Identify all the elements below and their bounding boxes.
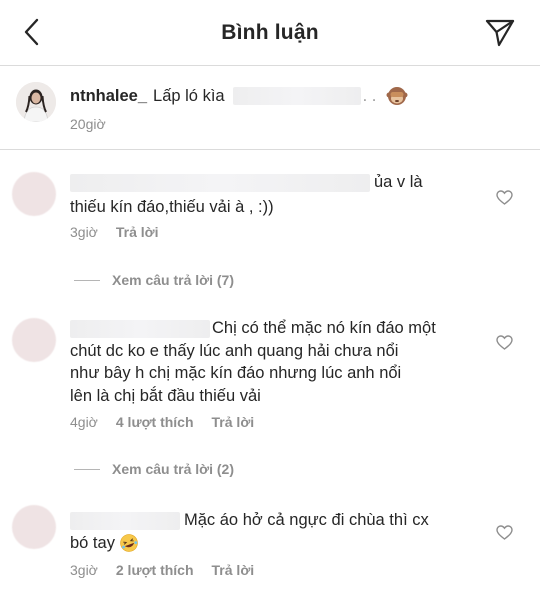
reply-button[interactable]: Trả lời <box>212 562 255 578</box>
header-bar: Bình luận <box>0 0 540 66</box>
comment-item: Mặc áo hở cả ngực đi chùa thì cx bó tay … <box>0 490 540 600</box>
redacted-text <box>232 87 361 105</box>
heart-outline-icon <box>495 334 513 350</box>
redacted-username <box>70 173 370 192</box>
page-title: Bình luận <box>221 21 319 44</box>
reply-button[interactable]: Trả lời <box>116 224 159 240</box>
caption-timestamp: 20giờ <box>70 116 106 132</box>
share-button[interactable] <box>482 14 518 50</box>
view-replies-label: Xem câu trả lời (2) <box>112 461 234 477</box>
reply-button[interactable]: Trả lời <box>212 414 255 430</box>
comment-text-line: chút dc ko e thấy lúc anh quang hải chưa… <box>70 341 399 360</box>
redacted-username <box>70 511 180 530</box>
view-replies-label: Xem câu trả lời (7) <box>112 272 234 288</box>
caption-dots: . . <box>362 86 377 105</box>
comment-text-line: thiếu kín đáo,thiếu vải à , :)) <box>70 197 274 216</box>
comment-text-line: ủa v là <box>374 173 423 191</box>
avatar[interactable] <box>12 318 56 362</box>
heart-outline-icon <box>495 189 513 205</box>
likes-count[interactable]: 4 lượt thích <box>116 414 194 430</box>
avatar[interactable] <box>12 172 56 216</box>
divider <box>74 279 100 281</box>
caption-username[interactable]: ntnhalee_ <box>70 87 147 106</box>
see-no-evil-monkey-icon <box>386 87 408 105</box>
comment-meta: 3giờ 2 lượt thích Trả lời <box>70 562 272 578</box>
comment-text-line: như bây h chị mặc kín đáo nhưng lúc anh … <box>70 364 402 382</box>
post-caption: ntnhalee_ Lấp ló kìa . . 20giờ <box>0 66 540 150</box>
like-button[interactable] <box>492 520 516 544</box>
comment-text: Chị có thể mặc nó kín đáo một chút dc ko… <box>70 318 470 407</box>
comment-item: Chị có thể mặc nó kín đáo một chút dc ko… <box>0 300 540 490</box>
divider <box>74 468 100 470</box>
avatar[interactable] <box>16 82 56 122</box>
like-button[interactable] <box>492 185 516 209</box>
comment-timestamp: 3giờ <box>70 224 98 240</box>
comment-item: ủa v là thiếu kín đáo,thiếu vải à , :)) … <box>0 150 540 300</box>
comment-text-line: lên là chị bắt đầu thiếu vải <box>70 386 261 405</box>
comment-timestamp: 3giờ <box>70 562 98 578</box>
comment-text-line: bó tay <box>70 533 115 552</box>
view-replies-button[interactable]: Xem câu trả lời (7) <box>74 272 234 288</box>
paper-plane-icon <box>485 19 515 47</box>
comment-timestamp: 4giờ <box>70 414 98 430</box>
comment-text-line: Mặc áo hở cả ngực đi chùa thì cx <box>184 511 429 529</box>
rolling-on-floor-laughing-icon <box>120 534 138 553</box>
caption-text: ntnhalee_ Lấp ló kìa . . <box>70 85 408 107</box>
view-replies-button[interactable]: Xem câu trả lời (2) <box>74 461 234 477</box>
avatar-photo <box>16 82 56 122</box>
heart-outline-icon <box>495 524 513 540</box>
likes-count[interactable]: 2 lượt thích <box>116 562 194 578</box>
comment-text-line: Chị có thể mặc nó kín đáo một <box>212 319 436 337</box>
like-button[interactable] <box>492 330 516 354</box>
comment-meta: 4giờ 4 lượt thích Trả lời <box>70 414 272 430</box>
comment-text: ủa v là thiếu kín đáo,thiếu vải à , :)) <box>70 172 470 218</box>
comment-meta: 3giờ Trả lời <box>70 224 177 240</box>
caption-body: Lấp ló kìa <box>153 86 225 105</box>
avatar[interactable] <box>12 505 56 549</box>
redacted-username <box>70 319 210 338</box>
comment-text: Mặc áo hở cả ngực đi chùa thì cx bó tay <box>70 510 470 554</box>
